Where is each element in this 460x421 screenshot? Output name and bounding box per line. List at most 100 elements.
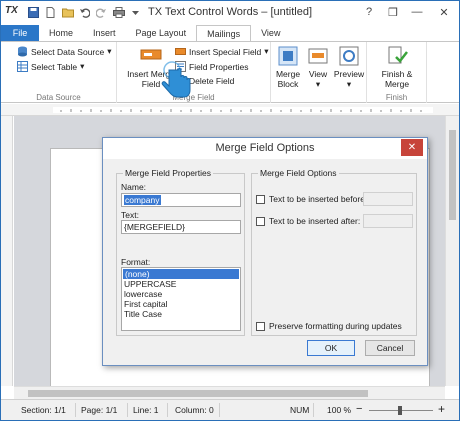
view-field-icon xyxy=(308,48,328,64)
status-page: Page: 1/1 xyxy=(81,405,118,415)
insert-special-field-label: Insert Special Field xyxy=(189,46,262,57)
properties-group-title: Merge Field Properties xyxy=(123,168,213,178)
tab-file[interactable]: File xyxy=(1,25,39,41)
dialog-close-button[interactable]: ✕ xyxy=(401,139,423,156)
name-label: Name: xyxy=(121,182,147,192)
status-divider xyxy=(167,403,168,417)
preserve-formatting-checkbox[interactable]: Preserve formatting during updates xyxy=(256,321,402,331)
name-field[interactable]: company xyxy=(121,193,241,207)
group-finish: Finish & Merge Finish xyxy=(367,42,427,103)
ribbon: Select Data Source ▾ Select Table ▾ Data… xyxy=(1,41,459,103)
tab-view[interactable]: View xyxy=(251,25,290,41)
view-button[interactable]: View ▾ xyxy=(305,45,331,89)
status-column: Column: 0 xyxy=(175,405,214,415)
database-icon xyxy=(18,46,27,57)
options-group-title: Merge Field Options xyxy=(258,168,339,178)
format-option-uppercase[interactable]: UPPERCASE xyxy=(122,279,240,289)
horizontal-ruler[interactable] xyxy=(1,104,459,116)
group-label-data-source: Data Source xyxy=(36,93,81,102)
zoom-in-button[interactable]: + xyxy=(438,402,445,416)
text-label: Text: xyxy=(121,210,139,220)
vertical-scroll-thumb[interactable] xyxy=(449,130,456,220)
status-divider xyxy=(313,403,314,417)
help-button[interactable]: ? xyxy=(357,1,381,23)
select-table-label: Select Table xyxy=(31,61,78,72)
application-window: TX TX Text Control Words – [untitled] ? … xyxy=(0,0,460,421)
chevron-down-icon: ▾ xyxy=(315,79,321,89)
zoom-slider-thumb[interactable] xyxy=(398,406,402,415)
finish-merge-label-1: Finish & xyxy=(381,69,413,79)
status-bar: Section: 1/1 Page: 1/1 Line: 1 Column: 0… xyxy=(1,399,459,420)
text-after-checkbox-box[interactable] xyxy=(256,216,265,226)
finish-merge-button[interactable]: Finish & Merge xyxy=(371,45,423,89)
chevron-down-icon: ▾ xyxy=(107,46,112,56)
preserve-formatting-checkbox-box[interactable] xyxy=(256,321,265,331)
finish-merge-label-2: Merge xyxy=(384,79,410,89)
text-before-checkbox-box[interactable] xyxy=(256,194,265,204)
horizontal-scrollbar[interactable] xyxy=(14,386,445,399)
merge-block-button[interactable]: Merge Block xyxy=(273,45,303,89)
cancel-button[interactable]: Cancel xyxy=(365,340,415,356)
group-data-source: Select Data Source ▾ Select Table ▾ Data… xyxy=(1,42,117,103)
text-before-checkbox[interactable]: Text to be inserted before: xyxy=(256,194,367,204)
name-value: company xyxy=(124,195,161,205)
merge-field-options-group: Merge Field Options Text to be inserted … xyxy=(251,168,417,336)
field-properties-label: Field Properties xyxy=(189,61,249,72)
status-divider xyxy=(127,403,128,417)
status-section: Section: 1/1 xyxy=(21,405,66,415)
format-option-title-case[interactable]: Title Case xyxy=(122,309,240,319)
format-option-none[interactable]: (none) xyxy=(123,269,239,279)
status-zoom: 100 % xyxy=(327,405,352,415)
minimize-button[interactable]: — xyxy=(405,1,429,23)
insert-special-field-button[interactable]: Insert Special Field ▾ xyxy=(175,46,269,57)
text-before-label: Text to be inserted before: xyxy=(269,194,368,204)
status-num-lock: NUM xyxy=(290,405,310,415)
vertical-ruler[interactable] xyxy=(1,116,13,386)
merge-block-label-1: Merge xyxy=(275,69,301,79)
table-icon xyxy=(17,61,28,72)
touch-hand-icon xyxy=(161,61,191,98)
status-line: Line: 1 xyxy=(133,405,159,415)
tab-mailings[interactable]: Mailings xyxy=(196,25,252,41)
text-after-label: Text to be inserted after: xyxy=(269,216,361,226)
text-after-checkbox[interactable]: Text to be inserted after: xyxy=(256,216,360,226)
tab-insert[interactable]: Insert xyxy=(83,25,126,41)
delete-field-label: Delete Field xyxy=(189,75,235,86)
format-option-lowercase[interactable]: lowercase xyxy=(122,289,240,299)
tab-home[interactable]: Home xyxy=(39,25,83,41)
preview-icon xyxy=(339,46,359,66)
format-listbox[interactable]: (none) UPPERCASE lowercase First capital… xyxy=(121,267,241,331)
restore-button[interactable]: ❒ xyxy=(381,1,405,23)
vertical-scrollbar[interactable] xyxy=(445,116,459,386)
status-divider xyxy=(75,403,76,417)
merge-block-label-2: Block xyxy=(277,79,299,89)
select-data-source-label: Select Data Source xyxy=(31,46,105,57)
preview-label: Preview xyxy=(333,69,365,79)
preview-button[interactable]: Preview ▾ xyxy=(333,45,365,89)
merge-field-options-dialog: Merge Field Options ✕ Merge Field Proper… xyxy=(102,137,428,366)
ok-button[interactable]: OK xyxy=(307,340,355,356)
ribbon-tabs: File Home Insert Page Layout Mailings Vi… xyxy=(1,25,459,41)
ruler-ticks xyxy=(53,107,433,113)
horizontal-scroll-thumb[interactable] xyxy=(28,390,368,397)
group-merge-field: Insert Merge Field Insert Special Field … xyxy=(117,42,271,103)
tab-page-layout[interactable]: Page Layout xyxy=(126,25,197,41)
close-button[interactable]: ✕ xyxy=(429,1,459,23)
format-label: Format: xyxy=(121,257,151,267)
chevron-down-icon: ▾ xyxy=(80,61,85,71)
text-before-input[interactable] xyxy=(363,192,413,206)
text-field[interactable]: {MERGEFIELD} xyxy=(121,220,241,234)
zoom-out-button[interactable]: − xyxy=(356,403,362,415)
finish-merge-icon xyxy=(388,46,408,64)
select-table-button[interactable]: Select Table ▾ xyxy=(17,61,84,72)
window-controls: ? ❒ — ✕ xyxy=(357,1,459,23)
text-after-input[interactable] xyxy=(363,214,413,228)
select-data-source-button[interactable]: Select Data Source ▾ xyxy=(17,46,112,57)
format-option-first-capital[interactable]: First capital xyxy=(122,299,240,309)
group-merge-blocks: Merge Block View ▾ Preview ▾ xyxy=(271,42,367,103)
text-value: {MERGEFIELD} xyxy=(124,222,185,232)
preserve-formatting-label: Preserve formatting during updates xyxy=(269,321,402,331)
status-divider xyxy=(219,403,220,417)
group-label-finish: Finish xyxy=(385,93,408,102)
chevron-down-icon: ▾ xyxy=(346,79,352,89)
